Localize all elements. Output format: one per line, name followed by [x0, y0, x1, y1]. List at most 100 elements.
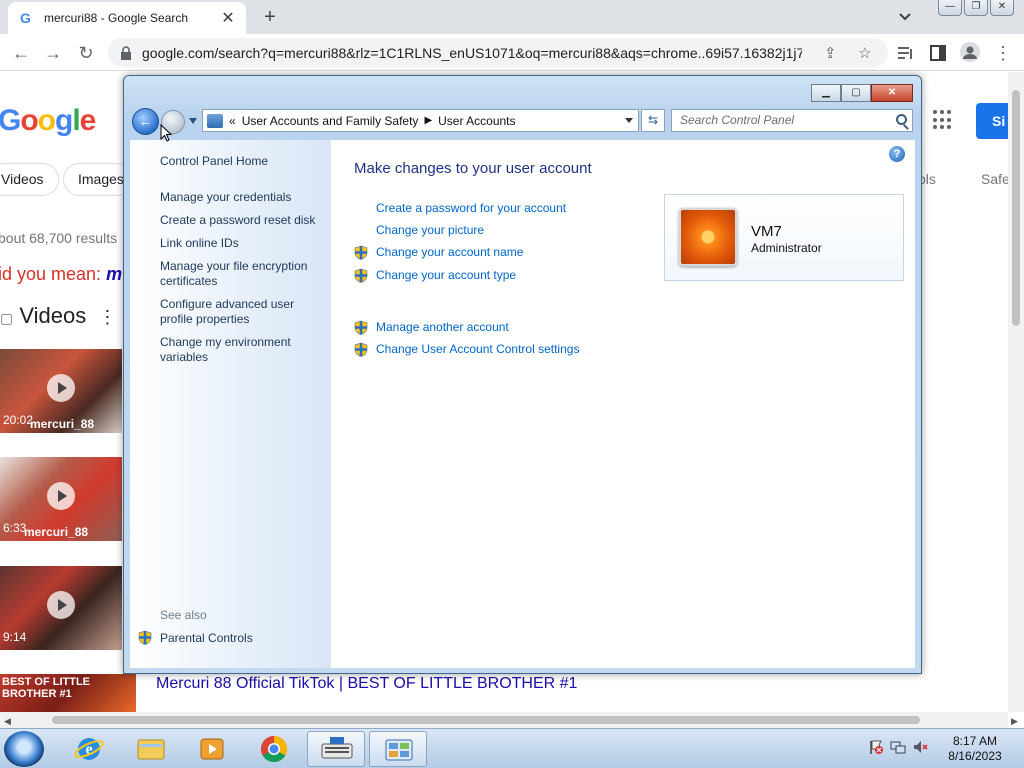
breadcrumb-arrow-icon[interactable]: ▶ [424, 115, 432, 126]
cp-close-icon[interactable]: ✕ [871, 84, 913, 102]
password-reset-disk-link[interactable]: Create a password reset disk [160, 213, 315, 228]
clock-time: 8:17 AM [952, 734, 998, 748]
task-pane: Control Panel Home Manage your credentia… [130, 140, 331, 668]
uac-shield-icon [354, 245, 368, 260]
back-arrow-icon[interactable]: ← [10, 42, 32, 64]
video-thumbnail[interactable]: 20:02 mercuri_88 [0, 349, 122, 433]
window-controls: — ❐ ✕ [938, 0, 1014, 16]
result-link[interactable]: Mercuri 88 Official TikTok | BEST OF LIT… [156, 675, 577, 693]
volume-muted-icon[interactable] [912, 739, 928, 755]
cp-maximize-icon[interactable]: ▢ [841, 84, 871, 102]
link-online-ids-link[interactable]: Link online IDs [160, 236, 239, 251]
side-panel-icon[interactable] [929, 44, 947, 62]
url-text: google.com/search?q=mercuri88&rlz=1C1RLN… [142, 44, 802, 61]
media-controls-icon[interactable] [896, 44, 914, 62]
horizontal-scrollbar[interactable] [0, 712, 1008, 728]
forward-arrow-icon[interactable]: → [42, 42, 64, 64]
google-favicon-icon: G [20, 10, 31, 26]
system-clock[interactable]: 8:17 AM 8/16/2023 [940, 734, 1010, 764]
scroll-right-icon[interactable]: ▶ [1011, 716, 1018, 727]
vertical-scrollbar[interactable] [1008, 72, 1024, 712]
change-account-type-link[interactable]: Change your account type [376, 268, 516, 282]
cp-window-controls: ▁ ▢ ✕ [811, 84, 913, 102]
control-panel-home-link[interactable]: Control Panel Home [160, 154, 268, 169]
did-you-mean-link[interactable]: m [106, 264, 122, 284]
cp-address-bar[interactable]: « User Accounts and Family Safety ▶ User… [202, 109, 639, 132]
address-dropdown-icon[interactable] [625, 118, 633, 123]
main-content-pane: ? Make changes to your user account Crea… [331, 140, 915, 668]
media-player-icon[interactable] [183, 731, 241, 767]
back-button[interactable]: ← [132, 108, 159, 135]
reload-icon[interactable]: ↻ [75, 42, 97, 64]
scrollbar-thumb[interactable] [1012, 90, 1020, 326]
profile-avatar-icon[interactable] [960, 42, 980, 62]
change-account-name-link[interactable]: Change your account name [376, 245, 523, 259]
address-bar[interactable]: google.com/search?q=mercuri88&rlz=1C1RLN… [108, 38, 888, 67]
results-count: bout 68,700 results [0, 230, 118, 246]
filter-videos[interactable]: Videos [0, 163, 59, 196]
video-thumbnail[interactable]: 9:14 [0, 566, 122, 650]
google-apps-icon[interactable] [933, 110, 953, 130]
uac-settings-link[interactable]: Change User Account Control settings [376, 342, 579, 356]
action-center-flag-icon[interactable] [868, 739, 884, 755]
play-icon [47, 482, 75, 510]
google-logo[interactable]: Google [0, 104, 96, 138]
recent-pages-dropdown-icon[interactable] [189, 118, 197, 124]
help-icon[interactable]: ? [889, 146, 905, 162]
user-role: Administrator [751, 241, 822, 255]
breadcrumb-user-accounts[interactable]: User Accounts [438, 114, 515, 128]
user-name: VM7 [751, 223, 782, 240]
page-heading: Make changes to your user account [354, 160, 592, 177]
uac-shield-icon [354, 320, 368, 335]
advanced-profile-link[interactable]: Configure advanced user profile properti… [160, 297, 310, 327]
new-tab-button[interactable]: + [258, 6, 282, 28]
browser-toolbar: ← → ↻ google.com/search?q=mercuri88&rlz=… [0, 34, 1024, 71]
network-icon[interactable] [890, 739, 906, 755]
chrome-menu-icon[interactable]: ⋮ [992, 42, 1014, 64]
user-avatar [679, 208, 737, 266]
on-screen-keyboard-icon[interactable] [307, 731, 365, 767]
create-password-link[interactable]: Create a password for your account [376, 201, 566, 215]
close-window-icon[interactable]: ✕ [990, 0, 1014, 16]
parental-controls-link[interactable]: Parental Controls [160, 631, 253, 646]
environment-variables-link[interactable]: Change my environment variables [160, 335, 310, 365]
refresh-icon[interactable]: ⇆ [641, 109, 665, 132]
manage-another-account-link[interactable]: Manage another account [376, 320, 509, 334]
search-control-panel-input[interactable]: Search Control Panel [671, 109, 913, 132]
control-panel-window: ▁ ▢ ✕ ← « User Accounts and Family Safet… [123, 75, 922, 674]
start-button[interactable] [4, 731, 44, 767]
cp-minimize-icon[interactable]: ▁ [811, 84, 841, 102]
close-tab-icon[interactable]: ✕ [220, 8, 236, 28]
manage-credentials-link[interactable]: Manage your credentials [160, 190, 291, 205]
minimize-icon[interactable]: — [938, 0, 962, 16]
chrome-taskbar-icon[interactable] [245, 731, 303, 767]
internet-explorer-icon[interactable]: e [60, 731, 118, 767]
uac-shield-icon [354, 268, 368, 283]
scrollbar-thumb[interactable] [52, 716, 920, 724]
uac-shield-icon [354, 342, 368, 357]
safesearch-filter[interactable]: Safe [981, 171, 1010, 187]
restore-icon[interactable]: ❐ [964, 0, 988, 16]
mouse-cursor-icon [160, 124, 172, 142]
taskbar: e 8:17 AM 8/16/2023 [0, 728, 1024, 768]
control-panel-taskbar-icon[interactable] [369, 731, 427, 767]
clock-date: 8/16/2023 [948, 749, 1002, 763]
change-picture-link[interactable]: Change your picture [376, 223, 484, 237]
system-tray [868, 739, 928, 755]
breadcrumb-user-accounts-family-safety[interactable]: User Accounts and Family Safety [242, 114, 419, 128]
browser-tab[interactable]: G mercuri88 - Google Search ✕ [8, 2, 246, 34]
breadcrumb-overflow[interactable]: « [229, 114, 236, 128]
file-explorer-icon[interactable] [122, 731, 180, 767]
browser-tab-strip: G mercuri88 - Google Search ✕ + — ❐ ✕ [0, 0, 1024, 34]
bookmark-star-icon[interactable]: ☆ [858, 44, 871, 62]
share-icon[interactable]: ⇪ [824, 44, 837, 62]
scroll-left-icon[interactable]: ◀ [4, 716, 11, 727]
lock-icon [121, 45, 131, 60]
video-thumbnail[interactable]: BEST OF LITTLE BROTHER #1 [0, 674, 136, 712]
uac-shield-icon [138, 630, 152, 645]
video-thumbnail[interactable]: 6:33 mercuri_88 [0, 457, 122, 541]
tab-search-chevron-icon[interactable] [896, 8, 914, 26]
play-icon [47, 591, 75, 619]
search-icon[interactable] [896, 114, 907, 125]
file-encryption-link[interactable]: Manage your file encryption certificates [160, 259, 320, 289]
